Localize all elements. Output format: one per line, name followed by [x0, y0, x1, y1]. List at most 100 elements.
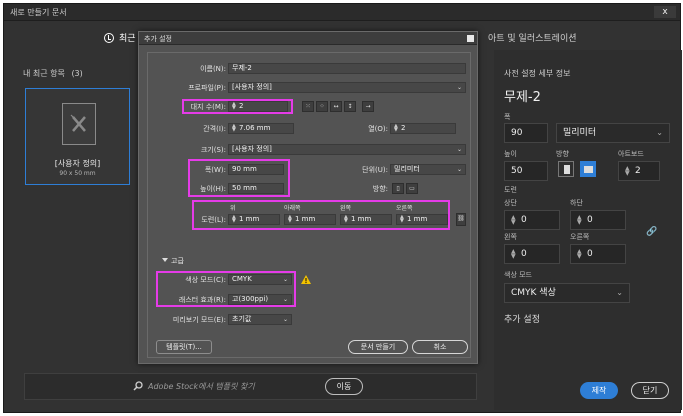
- stock-search-bar: Adobe Stock에서 템플릿 찾기 이동: [24, 373, 477, 400]
- profile-select[interactable]: [사용자 정의] ⌄: [228, 82, 466, 93]
- advanced-toggle[interactable]: 고급: [162, 256, 184, 266]
- grid-by-row-icon[interactable]: ⁙: [302, 101, 314, 112]
- tab-art-illustration[interactable]: 아트 및 일러스트레이션: [488, 31, 577, 44]
- color-mode-label: 색상 모드: [504, 271, 532, 279]
- link-icon[interactable]: 🔗: [646, 227, 657, 237]
- preset-doc-name[interactable]: 무제-2: [504, 86, 541, 105]
- size-select-value: [사용자 정의]: [232, 145, 272, 153]
- units-select[interactable]: 밀리미터 ⌄: [390, 164, 466, 175]
- chevron-down-icon: ⌄: [282, 316, 288, 323]
- title-bar: 새로 만들기 문서 x: [4, 4, 680, 21]
- height-field[interactable]: 50: [504, 161, 548, 181]
- bleed-bottom-field-value: 0: [587, 215, 593, 225]
- dialog-title: 추가 설정: [144, 35, 172, 43]
- stepper-icon[interactable]: ▲ ▼: [511, 248, 517, 259]
- color-mode-select-value: CMYK 색상: [511, 288, 556, 298]
- bleed-left-field-value: 0: [521, 249, 527, 259]
- chevron-down-icon: ⌄: [616, 288, 623, 297]
- bleed-label: 도련: [504, 186, 517, 194]
- units-label: 단위(U):: [362, 166, 388, 174]
- name-field[interactable]: 무제-2: [228, 63, 466, 74]
- stepper-icon[interactable]: ▲ ▼: [577, 214, 583, 225]
- stepper-icon[interactable]: ▲ ▼: [394, 124, 399, 133]
- search-input[interactable]: Adobe Stock에서 템플릿 찾기: [148, 381, 255, 392]
- recent-header-label: 내 최근 항목: [23, 69, 65, 78]
- stepper-icon[interactable]: ▲ ▼: [511, 214, 517, 225]
- advanced-highlight: [156, 271, 296, 307]
- artboards-field[interactable]: ▲ ▼ 2: [618, 161, 660, 181]
- preview-mode-label: 미리보기 모드(E):: [172, 316, 226, 324]
- chevron-down-icon: ⌄: [456, 84, 462, 91]
- window-close-button[interactable]: x: [654, 6, 676, 18]
- stepper-icon[interactable]: ▲ ▼: [232, 124, 237, 133]
- bleed-right-field-value: 0: [587, 249, 593, 259]
- landscape-icon[interactable]: ▭: [406, 183, 418, 194]
- bleed-top-field-value: 0: [521, 215, 527, 225]
- chevron-down-icon: [162, 258, 168, 262]
- units-select-value: 밀리미터: [394, 165, 420, 173]
- preset-details-title: 사전 설정 세부 정보: [504, 69, 571, 78]
- arrange-by-column-icon[interactable]: ↕: [344, 101, 356, 112]
- bleed-top-field[interactable]: ▲ ▼ 0: [504, 210, 560, 230]
- landscape-orientation-icon[interactable]: [580, 161, 596, 177]
- preview-mode-select[interactable]: 초기값 ⌄: [228, 314, 292, 325]
- window-title: 새로 만들기 문서: [10, 8, 67, 17]
- dialog-close-icon[interactable]: [467, 35, 474, 42]
- portrait-icon[interactable]: ▯: [392, 183, 404, 194]
- close-button[interactable]: 닫기: [631, 382, 669, 399]
- chevron-down-icon: ⌄: [656, 128, 663, 137]
- bleed-highlight: [192, 200, 450, 230]
- size-select[interactable]: [사용자 정의] ⌄: [228, 144, 466, 155]
- columns-field[interactable]: ▲ ▼ 2: [390, 123, 456, 134]
- preset-card-size: 90 x 50 mm: [59, 170, 96, 177]
- unit-select[interactable]: 밀리미터 ⌄: [556, 123, 670, 143]
- stepper-icon[interactable]: ▲ ▼: [625, 165, 631, 176]
- bleed-left-field[interactable]: ▲ ▼ 0: [504, 244, 560, 264]
- preset-card-name: [사용자 정의]: [54, 159, 101, 168]
- width-field[interactable]: 90: [504, 123, 548, 143]
- stepper-icon[interactable]: ▲ ▼: [577, 248, 583, 259]
- more-settings-link[interactable]: 추가 설정: [504, 312, 540, 325]
- chevron-down-icon: ⌄: [456, 146, 462, 153]
- arrange-by-row-icon[interactable]: ↔: [330, 101, 342, 112]
- profile-label: 프로파일(P):: [188, 84, 226, 92]
- dialog-body: 이름(N): 무제-2 프로파일(P): [사용자 정의] ⌄ 대지 수(M): …: [147, 52, 471, 358]
- bleed-top-label: 상단: [504, 199, 517, 207]
- columns-field-value: 2: [401, 124, 406, 132]
- spacing-field[interactable]: ▲ ▼ 7.06 mm: [228, 123, 294, 134]
- clock-icon: [104, 33, 114, 43]
- recent-preset-card[interactable]: [사용자 정의] 90 x 50 mm: [25, 88, 130, 185]
- search-icon: [133, 381, 143, 391]
- width-label: 폭: [504, 113, 511, 121]
- size-label: 크기(S):: [200, 146, 226, 154]
- bleed-left-label: 왼쪽: [504, 233, 517, 241]
- height-label: 높이: [504, 150, 517, 158]
- tab-recent-label: 최근: [119, 34, 136, 44]
- create-document-button[interactable]: 문서 만들기: [348, 340, 408, 354]
- columns-label: 열(O):: [368, 125, 388, 133]
- orientation-label: 방향:: [372, 185, 388, 193]
- cancel-button[interactable]: 취소: [412, 340, 468, 354]
- tab-recent[interactable]: 최근: [104, 31, 136, 44]
- templates-button[interactable]: 템플릿(T)...: [156, 340, 212, 354]
- document-icon: [62, 103, 96, 145]
- link-icon[interactable]: ⛓: [456, 213, 466, 226]
- go-button[interactable]: 이동: [325, 378, 363, 395]
- size-highlight: [188, 159, 290, 197]
- dialog-title-bar: 추가 설정: [139, 32, 477, 45]
- recent-count: (3): [71, 69, 83, 78]
- grid-by-column-icon[interactable]: ⁘: [316, 101, 328, 112]
- unit-select-value: 밀리미터: [563, 128, 597, 138]
- portrait-orientation-icon[interactable]: [558, 161, 574, 177]
- create-button[interactable]: 제작: [580, 382, 618, 399]
- bleed-bottom-field[interactable]: ▲ ▼ 0: [570, 210, 626, 230]
- preview-mode-select-value: 초기값: [232, 315, 252, 323]
- artboards-highlight: [182, 99, 293, 114]
- recent-items-header: 내 최근 항목 (3): [23, 68, 83, 79]
- color-mode-select[interactable]: CMYK 색상 ⌄: [504, 283, 630, 303]
- right-to-left-icon[interactable]: →: [362, 101, 374, 112]
- bleed-right-field[interactable]: ▲ ▼ 0: [570, 244, 626, 264]
- advanced-label: 고급: [171, 257, 184, 265]
- artboards-field-value: 2: [635, 166, 641, 176]
- bleed-bottom-label: 하단: [570, 199, 583, 207]
